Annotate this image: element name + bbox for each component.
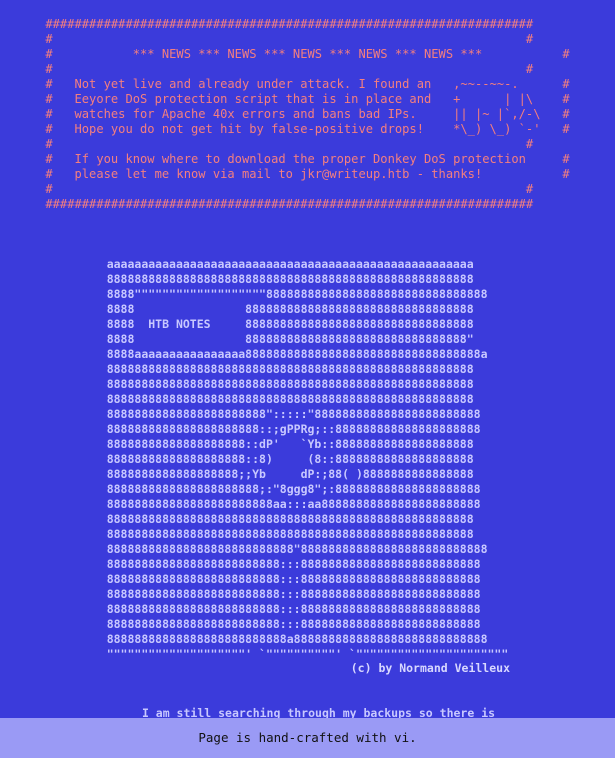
logo-ascii-art: aaaaaaaaaaaaaaaaaaaaaaaaaaaaaaaaaaaaaaaa… <box>106 257 509 661</box>
htb-notes-logo: aaaaaaaaaaaaaaaaaaaaaaaaaaaaaaaaaaaaaaaa… <box>0 257 615 662</box>
news-banner: ########################################… <box>0 17 615 212</box>
news-banner-text: ########################################… <box>45 17 570 211</box>
page-footer: Page is hand-crafted with vi. <box>0 718 615 758</box>
art-credit: (c) by Normand Veilleux <box>350 661 510 675</box>
